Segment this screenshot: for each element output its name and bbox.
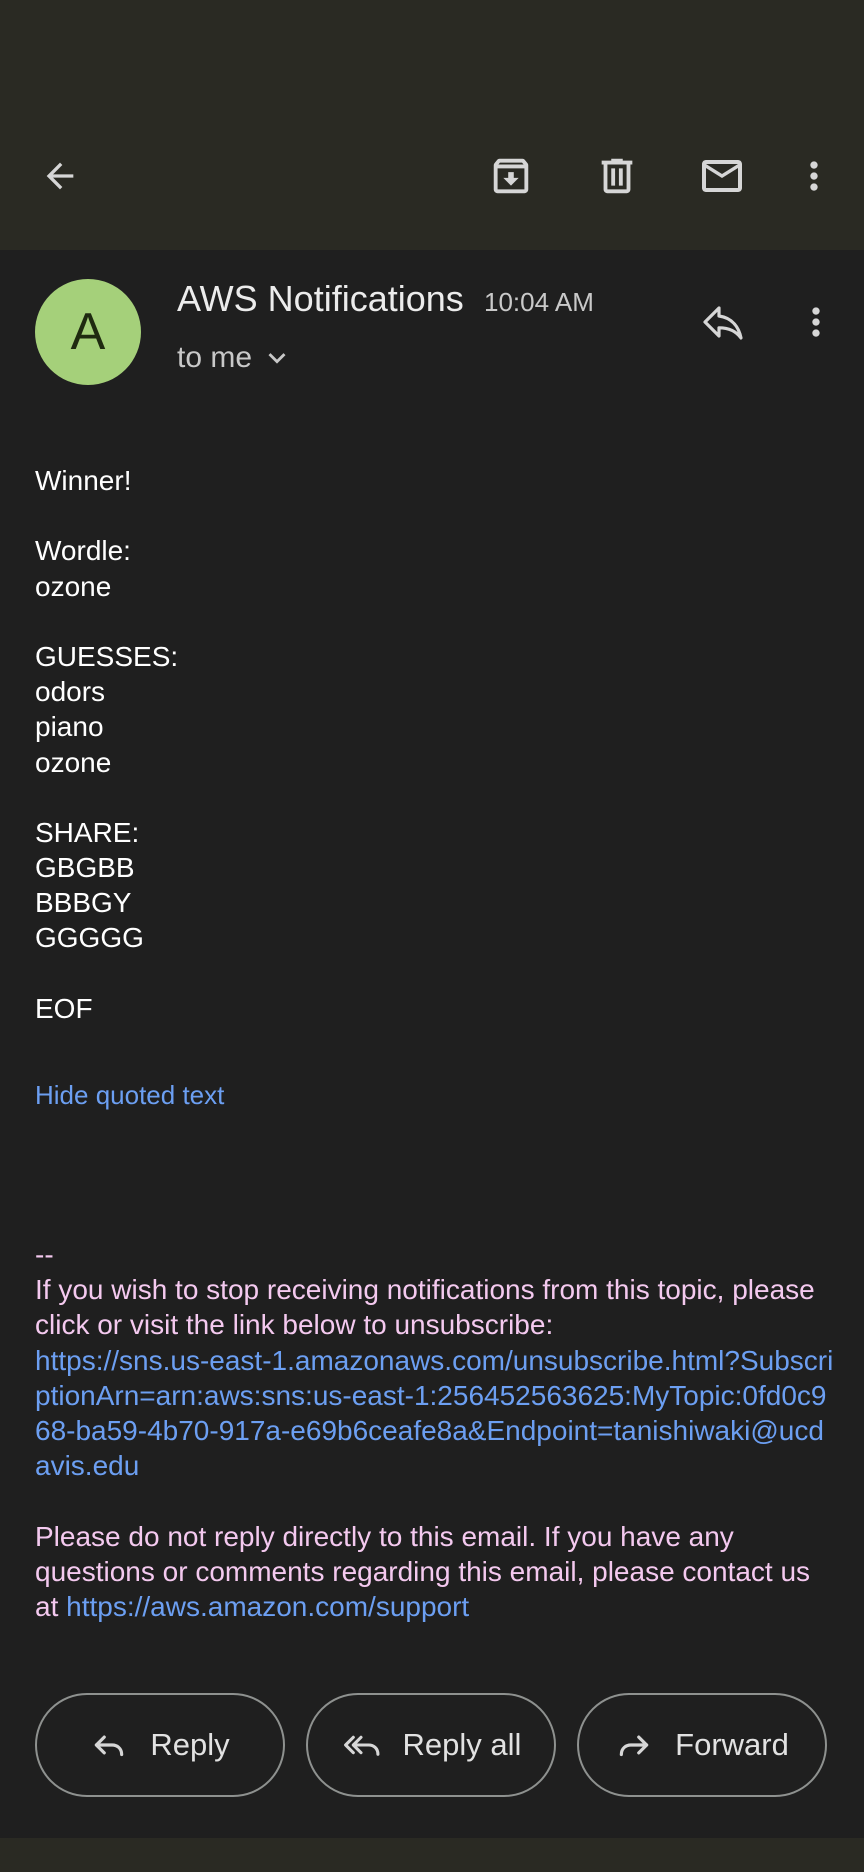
body-line [35, 956, 835, 991]
message-actions: Reply Reply all Forward [35, 1693, 829, 1801]
reply-all-label: Reply all [402, 1727, 522, 1762]
support-link[interactable]: https://aws.amazon.com/support [66, 1591, 469, 1622]
reply-header-button[interactable] [695, 294, 751, 350]
reply-icon [95, 1735, 124, 1757]
body-line [35, 498, 835, 533]
reply-label: Reply [150, 1727, 230, 1762]
reply-icon [703, 306, 743, 340]
reply-all-icon [343, 1735, 380, 1756]
body-line: GGGGG [35, 922, 144, 954]
navigation-bar [0, 1838, 864, 1872]
more-options-button[interactable] [786, 146, 842, 206]
body-line: piano [35, 711, 104, 743]
reply-button[interactable]: Reply [35, 1693, 285, 1797]
forward-button[interactable]: Forward [577, 1693, 827, 1797]
message-footer: -- If you wish to stop receiving notific… [35, 1237, 835, 1624]
body-line: odors [35, 676, 106, 708]
chevron-down-icon [268, 353, 286, 364]
hide-quoted-text-link[interactable]: Hide quoted text [35, 1080, 224, 1111]
body-line: ozone [35, 570, 112, 602]
reply-all-button[interactable]: Reply all [306, 1693, 556, 1797]
message-body: Winner! Wordle: ozone GUESSES: odors pia… [35, 463, 835, 1026]
forward-icon [619, 1735, 649, 1757]
back-button[interactable] [30, 146, 90, 206]
signature-separator: -- [35, 1239, 54, 1270]
trash-icon [601, 158, 633, 194]
more-vert-icon [812, 307, 820, 337]
message-more-button[interactable] [788, 294, 844, 350]
top-app-bar [0, 118, 864, 250]
delete-button[interactable] [587, 146, 647, 206]
sender-name: AWS Notifications [177, 278, 464, 319]
body-line: BBBGY [35, 887, 132, 919]
mail-icon [702, 160, 742, 192]
more-vert-icon [810, 161, 818, 191]
archive-button[interactable] [481, 146, 541, 206]
body-line: ozone [35, 746, 112, 778]
recipients-toggle[interactable]: to me [177, 338, 294, 378]
body-line: GBGBB [35, 852, 135, 884]
body-line: Winner! [35, 465, 132, 496]
message-time: 10:04 AM [484, 287, 594, 317]
back-arrow-icon [46, 162, 74, 190]
archive-icon [493, 158, 529, 194]
body-line: EOF [35, 992, 93, 1024]
body-line [35, 604, 835, 639]
recipients-label: to me [177, 341, 253, 374]
forward-label: Forward [675, 1727, 789, 1762]
sender-avatar[interactable]: A [35, 279, 141, 385]
unsubscribe-link[interactable]: https://sns.us-east-1.amazonaws.com/unsu… [35, 1343, 835, 1484]
body-line: GUESSES: [35, 640, 179, 672]
unsubscribe-text: If you wish to stop receiving notificati… [35, 1274, 815, 1341]
mark-unread-button[interactable] [692, 146, 752, 206]
body-line: Wordle: [35, 535, 131, 567]
status-bar [0, 0, 864, 118]
body-line [35, 780, 835, 815]
body-line: SHARE: [35, 816, 140, 848]
